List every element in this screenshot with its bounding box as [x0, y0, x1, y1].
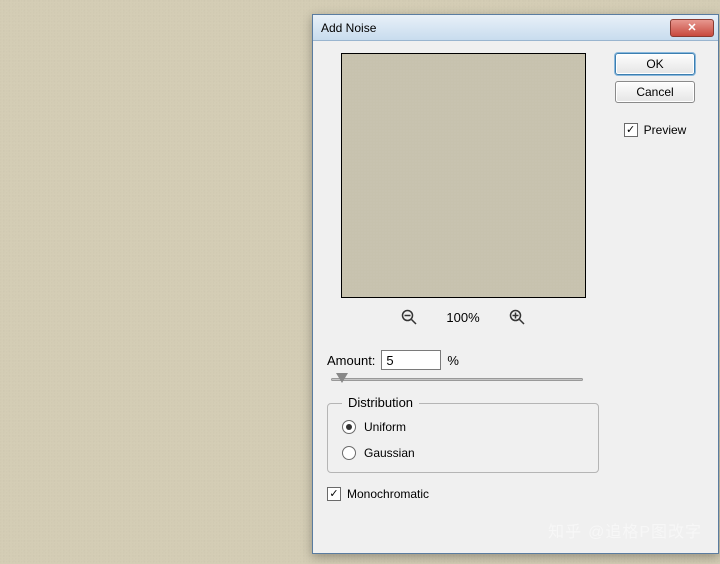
radio-uniform-label: Uniform: [364, 420, 406, 434]
distribution-legend: Distribution: [342, 395, 419, 410]
preview-canvas[interactable]: [341, 53, 586, 298]
slider-thumb[interactable]: [336, 373, 348, 383]
zoom-in-icon: [509, 309, 525, 325]
watermark: 知乎 @追格P图改字: [548, 518, 702, 542]
radio-gaussian-input[interactable]: [342, 446, 356, 460]
monochromatic-row[interactable]: Monochromatic: [327, 487, 599, 501]
close-button[interactable]: ✕: [670, 19, 714, 37]
add-noise-dialog: Add Noise ✕ 100%: [312, 14, 719, 554]
close-icon: ✕: [687, 21, 696, 34]
right-column: OK Cancel Preview: [611, 53, 699, 501]
preview-checkbox[interactable]: [624, 123, 638, 137]
amount-row: Amount: %: [327, 350, 599, 370]
radio-gaussian[interactable]: Gaussian: [342, 446, 584, 460]
radio-uniform[interactable]: Uniform: [342, 420, 584, 434]
monochromatic-checkbox[interactable]: [327, 487, 341, 501]
amount-label: Amount:: [327, 353, 375, 368]
cancel-button[interactable]: Cancel: [615, 81, 695, 103]
zoom-controls: 100%: [327, 308, 599, 326]
amount-slider[interactable]: [331, 378, 583, 381]
dialog-body: 100% Amount: % Distribut: [313, 41, 718, 513]
amount-suffix: %: [447, 353, 459, 368]
zoom-out-icon: [401, 309, 417, 325]
dialog-title: Add Noise: [321, 21, 670, 35]
titlebar[interactable]: Add Noise ✕: [313, 15, 718, 41]
watermark-brand: 知乎: [548, 518, 582, 542]
watermark-user: @追格P图改字: [588, 518, 702, 542]
zoom-level: 100%: [446, 310, 479, 325]
zoom-in-button[interactable]: [508, 308, 526, 326]
left-column: 100% Amount: % Distribut: [327, 53, 599, 501]
distribution-group: Distribution Uniform Gaussian: [327, 403, 599, 473]
radio-gaussian-label: Gaussian: [364, 446, 415, 460]
radio-uniform-input[interactable]: [342, 420, 356, 434]
amount-input[interactable]: [381, 350, 441, 370]
preview-label: Preview: [644, 123, 687, 137]
monochromatic-label: Monochromatic: [347, 487, 429, 501]
zoom-out-button[interactable]: [400, 308, 418, 326]
preview-row[interactable]: Preview: [624, 123, 687, 137]
ok-button[interactable]: OK: [615, 53, 695, 75]
